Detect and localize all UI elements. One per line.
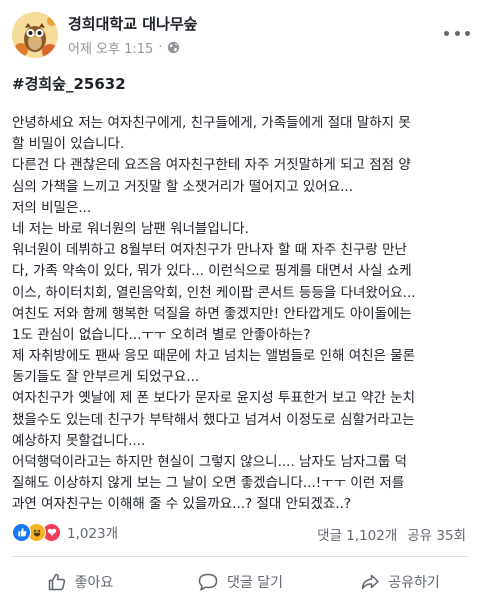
page-avatar[interactable]: [12, 12, 58, 58]
more-options-button[interactable]: [444, 24, 470, 42]
more-dots-icon: [465, 30, 470, 36]
thumbs-up-icon: [48, 573, 65, 590]
like-button-label: 좋아요: [74, 574, 114, 591]
post-timestamp[interactable]: 어제 오후 1:15: [68, 38, 153, 57]
post-text-line: 안녕하세요 저는 여자친구에게, 친구들에게, 가족들에게 절대 말하지 못: [12, 115, 411, 131]
post-text-line: 저의 비밀은...: [12, 199, 92, 216]
comment-bubble-icon: [198, 573, 218, 591]
reactions-summary[interactable]: 1,023개: [12, 522, 118, 542]
post-meta: 어제 오후 1:15 ·: [68, 38, 180, 57]
post-text-line: 과연 여자친구는 이해해 줄 수 있을까요...? 절대 안되겠죠..?: [12, 496, 352, 513]
comment-button[interactable]: 댓글 달기: [160, 557, 320, 606]
post-text-line: 이스, 하이터치회, 열린음악회, 인천 케이팝 콘서트 등등을 다녀왔어요..…: [12, 284, 416, 301]
more-dots-icon: [454, 30, 460, 36]
post-text-line: 네 저는 바로 워너원의 남팬 워너블입니다.: [12, 220, 249, 237]
post-text-line: 동기들도 잘 안부르게 되었구요...: [12, 369, 200, 386]
post-text-line: 여자친구가 옛날에 제 폰 보다가 문자로 윤지성 투표한거 보고 약간 눈치: [12, 390, 416, 407]
post-content: 안녕하세요 저는 여자친구에게, 친구들에게, 가족들에게 절대 말하지 못할 …: [12, 113, 472, 516]
post-text-line: 예상하지 못할겁니다....: [12, 432, 146, 449]
post-text-line: 질해도 이상하지 않게 보는 그 날이 오면 좋겠습니다...!ㅜㅜ 이런 저를: [12, 475, 405, 492]
post-text-line: 제 자취방에도 팬싸 응모 때문에 차고 넘치는 앨범들로 인해 여친은 물론: [12, 348, 416, 365]
globe-icon[interactable]: [167, 41, 180, 54]
share-button-label: 공유하기: [388, 574, 440, 591]
action-bar: 좋아요 댓글 달기 공유하기: [0, 557, 480, 606]
post-text-line: 할 비밀이 있습니다.: [12, 136, 125, 153]
post-text-line: 어덕행덕이라고는 하지만 현실이 그렇지 않으니.... 남자도 남자그룹 덕: [12, 454, 407, 470]
reaction-count: 1,023개: [67, 526, 119, 542]
owl-mascot-logo: [12, 12, 58, 58]
more-dots-icon: [444, 30, 449, 36]
post-text-line: 다, 가족 약속이 있다, 뭐가 있다... 이런식으로 핑계를 대면서 사실 …: [12, 263, 412, 280]
post-text-line: 다른건 다 괜찮은데 요즈음 여자친구한테 자주 거짓말하게 되고 점점 양: [12, 157, 411, 174]
page-name[interactable]: 경희대학교 대나무숲: [68, 13, 197, 34]
post-text-line: 여친도 저와 함께 행복한 덕질을 하면 좋겠지만! 안타깝게도 아이돌에는: [12, 305, 412, 322]
comment-button-label: 댓글 달기: [227, 574, 283, 591]
facebook-post: 경희대학교 대나무숲 어제 오후 1:15 · #경희숲_25632 안녕하세요…: [0, 0, 480, 606]
comment-count-link[interactable]: 댓글 1,102개: [317, 528, 397, 544]
post-text-line: 1도 관심이 없습니다...ㅜㅜ 오히려 별로 안좋아하는?: [12, 326, 311, 343]
post-text-line: 챘을수도 있는데 친구가 부탁해서 했다고 넘겨서 이정도로 심할거라고는: [12, 411, 415, 428]
share-arrow-icon: [361, 574, 379, 589]
like-icon: [12, 522, 31, 542]
post-text-line: 워너원이 데뷔하고 8월부터 여자친구가 만나자 할 때 자주 친구랑 만난: [12, 242, 407, 259]
like-button[interactable]: 좋아요: [0, 557, 160, 606]
post-hashtag[interactable]: #경희숲_25632: [12, 73, 126, 94]
post-text-line: 심의 가책을 느끼고 거짓말 할 소잿거리가 떨어지고 있어요...: [12, 178, 353, 195]
engagement-counts: 댓글 1,102개 공유 35회: [317, 524, 466, 544]
meta-separator: ·: [158, 40, 163, 55]
share-count-link[interactable]: 공유 35회: [407, 528, 466, 544]
share-button[interactable]: 공유하기: [320, 557, 480, 606]
